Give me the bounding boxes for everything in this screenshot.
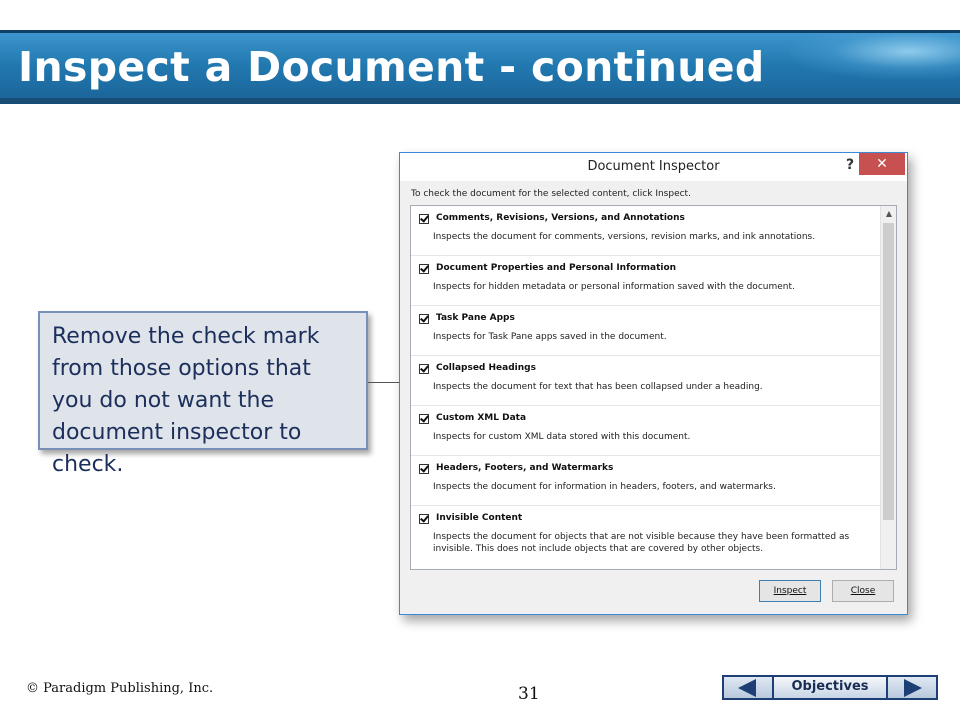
option-label[interactable]: Task Pane Apps [436, 313, 515, 323]
left-arrow-icon[interactable] [722, 675, 774, 700]
close-button[interactable]: Close [832, 580, 894, 602]
option-label[interactable]: Invisible Content [436, 513, 522, 523]
list-item: Task Pane Apps Inspects for Task Pane ap… [411, 306, 880, 356]
title-banner: Inspect a Document - continued [0, 30, 960, 104]
copyright-notice: © Paradigm Publishing, Inc. [26, 681, 214, 696]
option-label[interactable]: Collapsed Headings [436, 363, 536, 373]
objectives-button[interactable]: Objectives [774, 675, 886, 700]
dialog-prompt: To check the document for the selected c… [411, 189, 691, 199]
scroll-thumb[interactable] [883, 223, 894, 520]
inspect-button-label: Inspect [773, 586, 807, 596]
option-label[interactable]: Comments, Revisions, Versions, and Annot… [436, 213, 685, 223]
option-checkbox[interactable] [419, 514, 429, 524]
list-item: Custom XML Data Inspects for custom XML … [411, 406, 880, 456]
instruction-callout: Remove the check mark from those options… [38, 311, 368, 477]
list-item: Collapsed Headings Inspects the document… [411, 356, 880, 406]
option-label[interactable]: Headers, Footers, and Watermarks [436, 463, 613, 473]
option-checkbox[interactable] [419, 414, 429, 424]
option-checkbox[interactable] [419, 364, 429, 374]
list-item: Document Properties and Personal Informa… [411, 256, 880, 306]
option-description: Inspects for hidden metadata or personal… [433, 282, 795, 292]
inspect-button[interactable]: Inspect [759, 580, 821, 602]
option-description: Inspects the document for information in… [433, 482, 776, 492]
close-x-button[interactable]: ✕ [859, 153, 905, 175]
scroll-up-icon[interactable]: ▲ [881, 206, 896, 222]
right-arrow-icon[interactable] [886, 675, 938, 700]
option-description: Inspects for custom XML data stored with… [433, 432, 691, 442]
close-button-label: Close [850, 586, 876, 596]
option-description: Inspects the document for text that has … [433, 382, 763, 392]
dialog-title: Document Inspector [587, 159, 720, 174]
page-number: 31 [518, 684, 540, 704]
inspection-options-list: Comments, Revisions, Versions, and Annot… [410, 205, 897, 570]
option-description: Inspects the document for comments, vers… [433, 232, 816, 242]
option-description: Inspects for Task Pane apps saved in the… [433, 332, 667, 342]
dialog-titlebar: Document Inspector ? ✕ [400, 153, 907, 181]
option-checkbox[interactable] [419, 264, 429, 274]
slide-title: Inspect a Document - continued [18, 43, 765, 91]
vertical-scrollbar[interactable]: ▲ [880, 206, 896, 569]
list-item: Invisible Content Inspects the document … [411, 506, 880, 569]
list-item: Comments, Revisions, Versions, and Annot… [411, 206, 880, 256]
option-checkbox[interactable] [419, 214, 429, 224]
help-button[interactable]: ? [840, 155, 860, 175]
list-item: Headers, Footers, and Watermarks Inspect… [411, 456, 880, 506]
option-label[interactable]: Custom XML Data [436, 413, 526, 423]
option-label[interactable]: Document Properties and Personal Informa… [436, 263, 676, 273]
option-checkbox[interactable] [419, 314, 429, 324]
option-description: Inspects the document for objects that a… [433, 532, 850, 554]
banner-glow [790, 33, 960, 79]
option-checkbox[interactable] [419, 464, 429, 474]
document-inspector-dialog: Document Inspector ? ✕ To check the docu… [399, 152, 908, 615]
